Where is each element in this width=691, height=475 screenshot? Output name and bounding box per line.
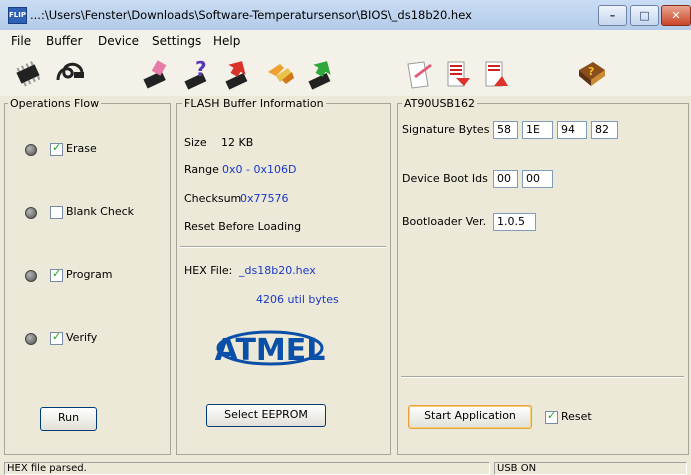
load-file-icon[interactable] <box>442 58 474 90</box>
size-label: Size <box>184 136 207 149</box>
device-boot-ids-label: Device Boot Ids <box>402 172 488 185</box>
menu-help[interactable]: Help <box>213 34 240 48</box>
reset-checkbox[interactable] <box>545 409 558 424</box>
program-label: Program <box>66 268 113 281</box>
status-message: HEX file parsed. <box>4 462 490 475</box>
svg-text:?: ? <box>195 58 207 81</box>
maximize-icon: □ <box>639 9 650 22</box>
usb-connect-icon[interactable] <box>54 58 86 90</box>
program-chip-icon[interactable] <box>222 58 254 90</box>
size-value: 12 KB <box>221 136 254 149</box>
reset-before-loading-label: Reset Before Loading <box>184 220 302 233</box>
verify-status-led <box>25 333 37 345</box>
menu-buffer[interactable]: Buffer <box>46 34 82 48</box>
blank-check-checkbox[interactable] <box>50 206 63 219</box>
signature-byte-3[interactable]: 94 <box>557 121 587 139</box>
close-icon: ✕ <box>671 9 681 22</box>
hex-file-label: HEX File: <box>184 264 233 277</box>
boot-id-1[interactable]: 00 <box>493 170 518 188</box>
signature-byte-2[interactable]: 1E <box>522 121 553 139</box>
verify-label: Verify <box>66 331 98 344</box>
flash-buffer-group <box>176 103 391 455</box>
blank-check-label: Blank Check <box>66 205 135 218</box>
erase-checkbox[interactable] <box>50 141 63 156</box>
program-checkbox[interactable] <box>50 267 63 282</box>
edit-buffer-icon[interactable] <box>404 58 436 90</box>
app-icon-text: FLIP <box>9 11 26 19</box>
checksum-value: 0x77576 <box>240 192 289 205</box>
operations-flow-label: Operations Flow <box>8 97 102 110</box>
menu-settings[interactable]: Settings <box>152 34 201 48</box>
window-title: ...:\Users\Fenster\Downloads\Software-Te… <box>30 8 472 22</box>
help-book-icon[interactable]: ? <box>575 58 607 90</box>
hex-file-value: _ds18b20.hex <box>239 264 316 277</box>
flash-divider <box>180 246 386 248</box>
blank-check-status-led <box>25 207 37 219</box>
range-label: Range <box>184 163 219 176</box>
device-group <box>397 103 689 455</box>
atmel-logo-text: ATMEL <box>215 333 326 368</box>
checksum-label: Checksum <box>184 192 242 205</box>
bootloader-version-field[interactable]: 1.0.5 <box>493 213 536 231</box>
blank-check-icon[interactable]: ? <box>181 58 213 90</box>
util-bytes-value: 4206 util bytes <box>256 293 339 306</box>
start-application-button[interactable]: Start Application <box>408 405 532 429</box>
signature-byte-4[interactable]: 82 <box>591 121 618 139</box>
flash-buffer-label: FLASH Buffer Information <box>182 97 326 110</box>
device-name-label: AT90USB162 <box>402 97 477 110</box>
program-status-led <box>25 270 37 282</box>
usb-status: USB ON <box>494 462 687 475</box>
save-file-icon[interactable] <box>480 58 512 90</box>
minimize-button[interactable]: – <box>598 5 627 26</box>
erase-label: Erase <box>66 142 97 155</box>
atmel-logo: ATMEL <box>214 330 326 370</box>
select-eeprom-button[interactable]: Select EEPROM <box>206 404 326 427</box>
verify-checkbox[interactable] <box>50 330 63 345</box>
app-icon: FLIP <box>8 7 27 24</box>
device-divider <box>401 376 684 378</box>
read-chip-icon[interactable] <box>305 58 337 90</box>
erase-status-led <box>25 144 37 156</box>
chip-select-icon[interactable] <box>12 58 44 90</box>
minimize-icon: – <box>609 9 616 22</box>
maximize-button[interactable]: □ <box>630 5 659 26</box>
signature-byte-1[interactable]: 58 <box>493 121 518 139</box>
menu-file[interactable]: File <box>11 34 31 48</box>
boot-id-2[interactable]: 00 <box>522 170 553 188</box>
reset-label: Reset <box>561 410 592 423</box>
close-button[interactable]: ✕ <box>661 5 691 26</box>
range-value: 0x0 - 0x106D <box>222 163 297 176</box>
bootloader-version-label: Bootloader Ver. <box>402 215 487 228</box>
menu-device[interactable]: Device <box>98 34 139 48</box>
svg-text:?: ? <box>588 65 594 78</box>
erase-chip-icon[interactable] <box>140 58 172 90</box>
verify-chip-icon[interactable] <box>264 58 296 90</box>
run-button[interactable]: Run <box>40 407 97 431</box>
signature-bytes-label: Signature Bytes <box>402 123 490 136</box>
